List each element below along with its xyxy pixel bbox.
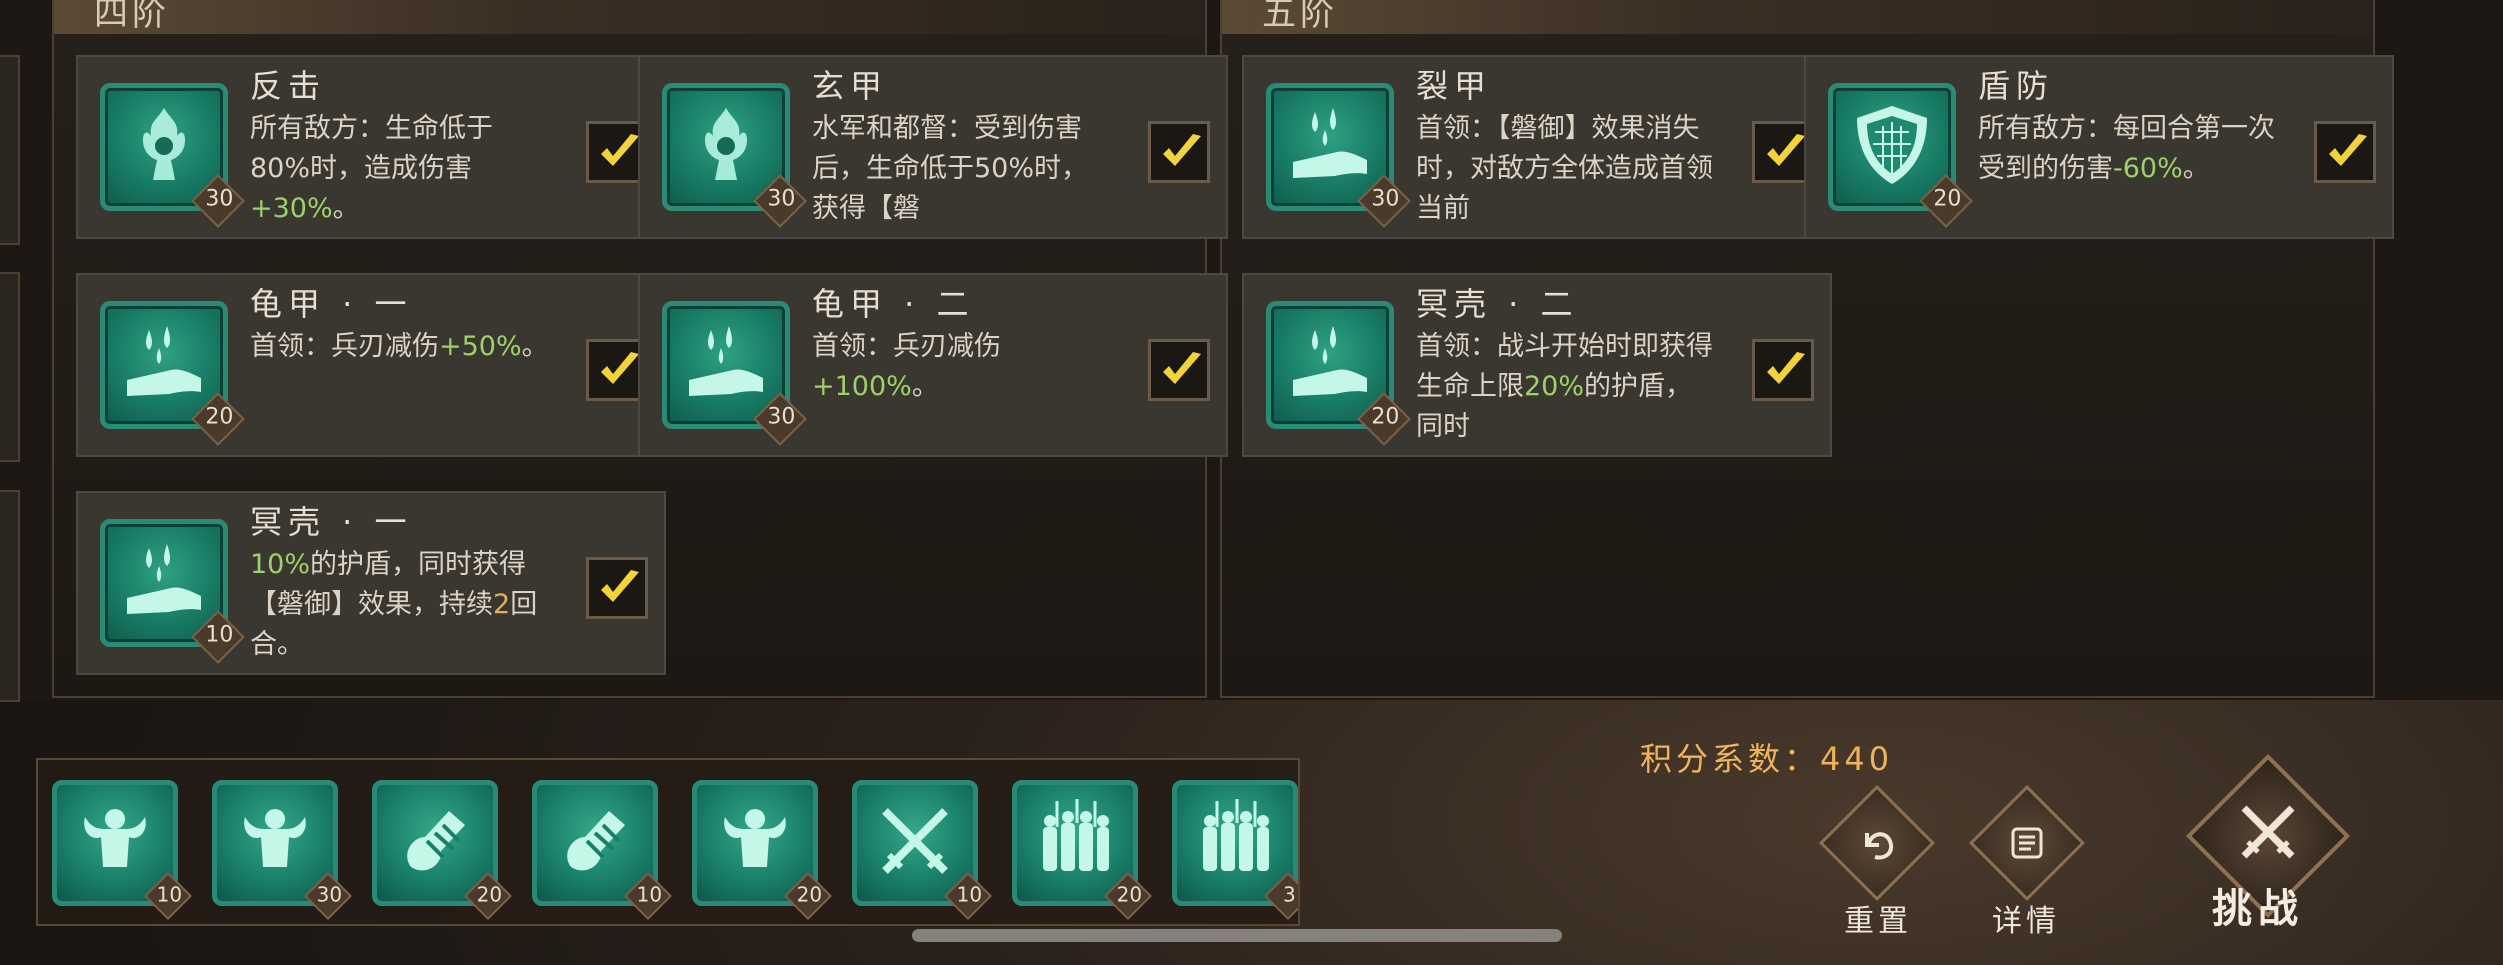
select-checkbox[interactable]: [1752, 339, 1814, 401]
checkmark-icon: [1163, 134, 1201, 166]
description-segment: 首领：兵刃减伤: [250, 331, 439, 362]
level-value: 30: [767, 404, 796, 430]
description-segment: -60%: [2113, 153, 2183, 184]
description-segment: 20%: [1524, 371, 1585, 402]
checkmark-icon: [1163, 352, 1201, 384]
selected-skills-bar[interactable]: 10 30 20 10 20 10 20 3: [36, 758, 1300, 926]
score-coefficient: 积分系数：440: [1640, 740, 1894, 778]
level-value: 20: [205, 404, 234, 430]
strongman-icon[interactable]: 10: [52, 780, 193, 921]
description-segment: 首领：【磐御】效果消失时，对敌方全体造成首领当前: [1416, 113, 1713, 224]
skill-title: 冥壳 · 二: [1416, 285, 1579, 323]
skill-card[interactable]: 30 玄甲水军和都督：受到伤害后，生命低于50%时，获得【磐: [638, 55, 1228, 239]
description-segment: +30%: [250, 193, 333, 224]
skill-description: 首领：【磐御】效果消失时，对敌方全体造成首领当前: [1416, 109, 1716, 229]
details-button[interactable]: [1969, 785, 2085, 901]
crossed-swords-icon[interactable]: 10: [852, 780, 993, 921]
checkmark-icon: [1767, 352, 1805, 384]
level-value: 20: [1933, 186, 1962, 212]
skill-description: 水军和都督：受到伤害后，生命低于50%时，获得【磐: [812, 109, 1112, 229]
checkmark-icon: [2329, 134, 2367, 166]
select-checkbox[interactable]: [586, 557, 648, 619]
strongman-icon[interactable]: 20: [692, 780, 833, 921]
arm-wrap-icon[interactable]: 10: [532, 780, 673, 921]
hand-drops-icon: 20: [1266, 301, 1411, 446]
skill-description: 所有敌方：生命低于80%时，造成伤害 +30%。: [250, 109, 550, 229]
skill-title: 裂甲: [1416, 67, 1493, 105]
army-icon[interactable]: 3: [1172, 780, 1298, 921]
tier-header: 四阶: [54, 0, 1205, 34]
level-value: 30: [1371, 186, 1400, 212]
level-value: 20: [796, 882, 823, 907]
level-value: 10: [205, 622, 234, 648]
description-segment: 10%: [250, 549, 311, 580]
skill-title: 龟甲 · 一: [250, 285, 413, 323]
arm-wrap-icon[interactable]: 20: [372, 780, 513, 921]
skill-title: 盾防: [1978, 67, 2055, 105]
select-checkbox[interactable]: [1148, 121, 1210, 183]
details-label[interactable]: 详情: [1992, 896, 2060, 940]
left-panel-edge: [0, 490, 20, 702]
description-segment: 。: [2182, 153, 2210, 184]
tier-title: 五阶: [1262, 0, 1338, 34]
hand-drops-icon: 30: [1266, 83, 1411, 228]
description-segment: 。: [521, 331, 549, 362]
skill-card[interactable]: 30 反击所有敌方：生命低于80%时，造成伤害 +30%。: [76, 55, 666, 239]
skill-title: 冥壳 · 一: [250, 503, 413, 541]
skill-card[interactable]: 30 龟甲 · 二首领：兵刃减伤 +100%。: [638, 273, 1228, 457]
level-value: 20: [1116, 882, 1143, 907]
description-segment: +100%: [812, 371, 912, 402]
tier-title: 四阶: [94, 0, 170, 34]
checkmark-icon: [601, 570, 639, 602]
left-panel-edge: [0, 272, 20, 462]
flame-figure-icon: 30: [662, 83, 807, 228]
level-value: 20: [476, 882, 503, 907]
crossed-swords-icon: [2241, 805, 2295, 859]
level-value: 30: [316, 882, 343, 907]
skill-card[interactable]: 10 冥壳 · 一 10%的护盾，同时获得【磐御】效果，持续2回合。: [76, 491, 666, 675]
level-value: 20: [1371, 404, 1400, 430]
level-value: 30: [205, 186, 234, 212]
shield-icon: 20: [1828, 83, 1973, 228]
skill-description: 首领：兵刃减伤 +100%。: [812, 327, 1112, 407]
description-segment: 。: [332, 193, 360, 224]
strongman-icon[interactable]: 30: [212, 780, 353, 921]
reset-label[interactable]: 重置: [1844, 896, 1912, 940]
army-icon[interactable]: 20: [1012, 780, 1153, 921]
skill-card[interactable]: 20 龟甲 · 一首领：兵刃减伤+50%。: [76, 273, 666, 457]
hand-drops-icon: 30: [662, 301, 807, 446]
skill-card[interactable]: 20 盾防所有敌方：每回合第一次受到的伤害-60%。: [1804, 55, 2394, 239]
skill-title: 玄甲: [812, 67, 889, 105]
select-checkbox[interactable]: [1148, 339, 1210, 401]
skill-card[interactable]: 30 裂甲首领：【磐御】效果消失时，对敌方全体造成首领当前: [1242, 55, 1832, 239]
skill-description: 首领：战斗开始时即获得生命上限20%的护盾，同时: [1416, 327, 1716, 447]
hand-drops-icon: 20: [100, 301, 245, 446]
level-value: 3: [1283, 882, 1296, 907]
hand-drops-icon: 10: [100, 519, 245, 664]
home-indicator[interactable]: [912, 929, 1562, 942]
level-value: 10: [636, 882, 663, 907]
left-panel-edge: [0, 55, 20, 245]
reset-button[interactable]: [1819, 785, 1935, 901]
description-segment: 2: [493, 589, 511, 620]
flame-figure-icon: 30: [100, 83, 245, 228]
skill-description: 10%的护盾，同时获得【磐御】效果，持续2回合。: [250, 545, 550, 665]
description-segment: +50%: [439, 331, 522, 362]
level-value: 30: [767, 186, 796, 212]
undo-icon: [1865, 832, 1894, 860]
level-value: 10: [156, 882, 183, 907]
challenge-label[interactable]: 挑战: [2212, 876, 2304, 934]
description-segment: 所有敌方：生命低于80%时，造成伤害: [250, 113, 493, 184]
skill-title: 反击: [250, 67, 327, 105]
description-segment: 。: [911, 371, 939, 402]
skill-card[interactable]: 20 冥壳 · 二首领：战斗开始时即获得生命上限20%的护盾，同时: [1242, 273, 1832, 457]
tier-header: 五阶: [1222, 0, 2373, 34]
level-value: 10: [956, 882, 983, 907]
skill-description: 所有敌方：每回合第一次受到的伤害-60%。: [1978, 109, 2278, 189]
select-checkbox[interactable]: [2314, 121, 2376, 183]
description-segment: 首领：兵刃减伤: [812, 331, 1001, 362]
scroll-icon: [2011, 827, 2043, 859]
skill-title: 龟甲 · 二: [812, 285, 975, 323]
skill-description: 首领：兵刃减伤+50%。: [250, 327, 550, 367]
